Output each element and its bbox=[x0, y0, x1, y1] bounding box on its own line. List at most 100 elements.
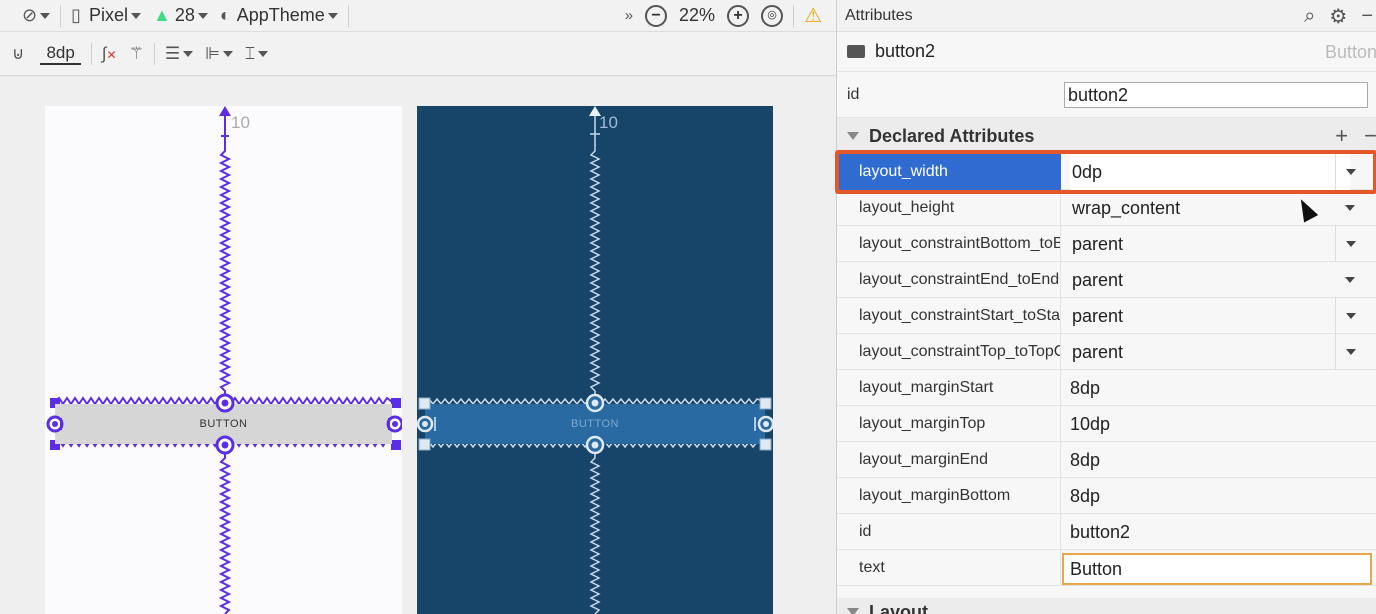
pack-menu-button[interactable]: ☰ bbox=[159, 32, 199, 75]
attr-value[interactable]: 10dp bbox=[1070, 406, 1350, 442]
magic-wand-icon: ⚚ bbox=[128, 43, 144, 63]
attr-value[interactable]: parent bbox=[1070, 226, 1350, 262]
attr-row-margin-bottom[interactable]: layout_marginBottom 8dp bbox=[837, 478, 1376, 514]
attr-dropdown[interactable] bbox=[1335, 190, 1365, 226]
chevron-down-icon bbox=[1345, 277, 1355, 283]
design-canvas[interactable]: BUTTON 10 bbox=[45, 106, 402, 614]
top-anchor-arrow bbox=[219, 106, 231, 116]
autoconnect-toggle[interactable]: ⊍ bbox=[0, 32, 30, 75]
layout-editor: ⊘ ▯ Pixel ▲ 28 ◐ AppTheme » − 22% + ◎ ⚠ … bbox=[0, 0, 836, 614]
attr-row-constraint-top[interactable]: layout_constraintTop_toTopOf parent bbox=[837, 334, 1376, 370]
attr-dropdown[interactable] bbox=[1335, 262, 1365, 298]
zoom-in-button[interactable]: + bbox=[721, 0, 755, 31]
id-input[interactable]: button2 bbox=[1064, 82, 1368, 108]
attr-row-constraint-start[interactable]: layout_constraintStart_toStartOf parent bbox=[837, 298, 1376, 334]
magnet-off-icon: ⊍ bbox=[12, 43, 25, 63]
zoom-out-button[interactable]: − bbox=[639, 0, 673, 31]
attr-row-layout-height[interactable]: layout_height wrap_content bbox=[837, 190, 1376, 226]
align-menu-button[interactable]: ⊫ bbox=[199, 32, 239, 75]
attr-row-constraint-bottom[interactable]: layout_constraintBottom_toBottomOf paren… bbox=[837, 226, 1376, 262]
attr-value[interactable]: parent bbox=[1070, 298, 1350, 334]
theme-label: AppTheme bbox=[236, 5, 325, 25]
toolbar-divider bbox=[90, 42, 92, 65]
attr-row-id[interactable]: id button2 bbox=[837, 514, 1376, 550]
design-constraints-overlay bbox=[50, 106, 401, 614]
attr-value[interactable]: parent bbox=[1070, 334, 1350, 370]
chevron-down-icon bbox=[1345, 241, 1356, 247]
chevron-down-icon bbox=[197, 12, 208, 19]
more-actions-button[interactable]: » bbox=[619, 0, 639, 31]
declared-attributes-header[interactable]: Declared Attributes + − bbox=[837, 118, 1376, 154]
warning-icon: ⚠ bbox=[804, 5, 822, 27]
android-icon: ▲ bbox=[153, 5, 171, 25]
resize-handle-bottom-right[interactable] bbox=[391, 440, 401, 450]
align-left-icon: ⊫ bbox=[205, 43, 220, 63]
attr-row-layout-width[interactable]: layout_width 0dp bbox=[837, 154, 1376, 190]
attr-name: layout_height bbox=[837, 190, 1061, 226]
attr-row-text[interactable]: text Button bbox=[837, 550, 1376, 586]
attr-value[interactable]: 8dp bbox=[1070, 478, 1350, 514]
blueprint-button-widget[interactable]: BUTTON bbox=[425, 404, 765, 444]
more-label: » bbox=[624, 7, 634, 24]
zoom-in-icon: + bbox=[727, 4, 750, 27]
resize-handle-top-right[interactable] bbox=[391, 398, 401, 408]
add-attribute-icon[interactable]: + bbox=[1335, 123, 1348, 149]
editor-toolbar-top: ⊘ ▯ Pixel ▲ 28 ◐ AppTheme » − 22% + ◎ ⚠ bbox=[0, 0, 836, 32]
attr-row-margin-end[interactable]: layout_marginEnd 8dp bbox=[837, 442, 1376, 478]
chevron-down-icon bbox=[1345, 313, 1356, 319]
default-margin-value: 8dp bbox=[40, 43, 81, 65]
design-button-label: BUTTON bbox=[199, 418, 248, 430]
remove-attribute-icon[interactable]: − bbox=[1364, 123, 1376, 149]
guideline-icon: ⌶ bbox=[244, 43, 256, 63]
gear-icon[interactable]: ⚙ bbox=[1329, 4, 1347, 29]
attributes-panel-header: Attributes ⌕ ⚙ − bbox=[837, 0, 1376, 32]
device-selector[interactable]: ▯ Pixel bbox=[65, 0, 147, 31]
warnings-button[interactable]: ⚠ bbox=[798, 0, 836, 31]
zoom-level-label: 22% bbox=[679, 5, 716, 25]
text-value-input[interactable]: Button bbox=[1062, 553, 1372, 585]
clear-constraints-button[interactable]: ∫✕ bbox=[96, 32, 123, 75]
attr-row-margin-top[interactable]: layout_marginTop 10dp bbox=[837, 406, 1376, 442]
blueprint-canvas[interactable]: BUTTON 10 bbox=[417, 106, 773, 614]
attr-value[interactable]: 8dp bbox=[1070, 370, 1350, 406]
default-margin-selector[interactable]: 8dp bbox=[30, 32, 86, 75]
guidelines-menu-button[interactable]: ⌶ bbox=[239, 32, 274, 75]
layout-section-header[interactable]: Layout bbox=[837, 598, 1376, 614]
orientation-button[interactable]: ⊘ bbox=[0, 0, 56, 31]
blueprint-constraints-overlay bbox=[424, 106, 766, 614]
attr-row-constraint-end[interactable]: layout_constraintEnd_toEndOf parent bbox=[837, 262, 1376, 298]
search-icon[interactable]: ⌕ bbox=[1304, 5, 1315, 28]
attr-dropdown[interactable] bbox=[1335, 334, 1365, 370]
zoom-fit-button[interactable]: ◎ bbox=[755, 0, 789, 31]
attr-value[interactable]: 0dp bbox=[1070, 154, 1350, 190]
design-button-widget[interactable]: BUTTON bbox=[55, 404, 392, 444]
bp-top-constraint-spring bbox=[589, 146, 601, 396]
declared-attributes-title: Declared Attributes bbox=[869, 125, 1035, 146]
chevron-down-icon bbox=[258, 50, 269, 57]
attr-value[interactable]: button2 bbox=[1070, 514, 1350, 550]
declared-attributes-table: layout_width 0dp layout_height wrap_cont… bbox=[837, 154, 1376, 586]
attr-name: layout_marginStart bbox=[837, 370, 1061, 406]
minimize-icon[interactable]: − bbox=[1361, 5, 1376, 28]
api-level-selector[interactable]: ▲ 28 bbox=[147, 0, 214, 31]
attr-dropdown[interactable] bbox=[1335, 154, 1365, 190]
zoom-level: 22% bbox=[673, 0, 721, 31]
top-margin-label: 10 bbox=[231, 113, 250, 132]
chevron-down-icon bbox=[183, 50, 194, 57]
attr-value[interactable]: 8dp bbox=[1070, 442, 1350, 478]
chevron-down-icon bbox=[327, 12, 338, 19]
attr-dropdown[interactable] bbox=[1335, 298, 1365, 334]
attr-dropdown[interactable] bbox=[1335, 226, 1365, 262]
theme-selector[interactable]: ◐ AppTheme bbox=[214, 0, 344, 31]
api-level-label: 28 bbox=[174, 5, 195, 25]
toolbar-divider bbox=[153, 42, 155, 65]
infer-constraints-button[interactable]: ⚚ bbox=[123, 32, 150, 75]
attr-value[interactable]: parent bbox=[1070, 262, 1350, 298]
toolbar-divider bbox=[793, 4, 795, 27]
clear-constraints-icon: ∫✕ bbox=[101, 43, 117, 63]
component-name: button2 bbox=[875, 41, 936, 61]
component-type: Button bbox=[1324, 42, 1376, 62]
attr-row-margin-start[interactable]: layout_marginStart 8dp bbox=[837, 370, 1376, 406]
component-summary: button2 Button bbox=[837, 32, 1376, 72]
attr-name: layout_marginTop bbox=[837, 406, 1061, 442]
